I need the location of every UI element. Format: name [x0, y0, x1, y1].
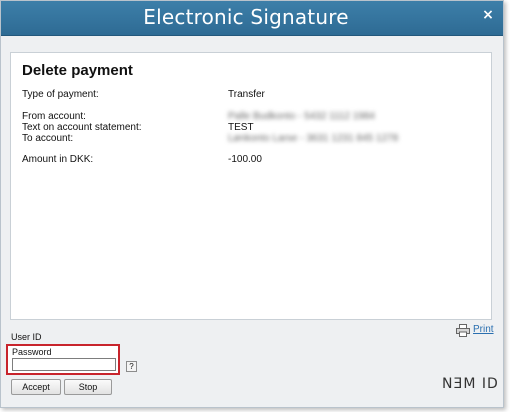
title-bar: Electronic Signature ×: [1, 1, 503, 36]
stop-button[interactable]: Stop: [64, 379, 112, 395]
from-account-label: From account:: [22, 111, 86, 122]
password-label: Password: [12, 347, 52, 357]
signature-dialog: Electronic Signature × Delete payment Ty…: [0, 0, 504, 408]
to-account-label: To account:: [22, 133, 74, 144]
type-of-payment-value: Transfer: [228, 89, 265, 100]
payment-details-panel: Delete payment Type of payment: Transfer…: [10, 52, 492, 320]
printer-icon[interactable]: [456, 324, 470, 337]
password-field[interactable]: [12, 358, 116, 371]
from-account-value: Palle Budkonto - 5432 1112 1984: [228, 111, 375, 122]
to-account-redacted: Lønkonto Larse - 3631 1231 845 1278: [228, 133, 399, 144]
close-icon[interactable]: ×: [481, 8, 495, 22]
help-button[interactable]: ?: [126, 361, 137, 372]
window-title: Electronic Signature: [143, 5, 349, 29]
from-account-redacted: Palle Budkonto - 5432 1112 1984: [228, 111, 375, 122]
to-account-value: Lønkonto Larse - 3631 1231 845 1278: [228, 133, 398, 144]
nemid-logo: NƎM ID: [442, 376, 499, 392]
user-id-label: User ID: [11, 332, 42, 342]
statement-text-value: TEST: [228, 122, 254, 133]
page-title: Delete payment: [22, 62, 133, 79]
type-of-payment-label: Type of payment:: [22, 89, 99, 100]
amount-value: -100.00: [228, 154, 262, 165]
print-link[interactable]: Print: [473, 324, 494, 335]
amount-label: Amount in DKK:: [22, 154, 94, 165]
statement-text-label: Text on account statement:: [22, 122, 142, 133]
accept-button[interactable]: Accept: [11, 379, 61, 395]
